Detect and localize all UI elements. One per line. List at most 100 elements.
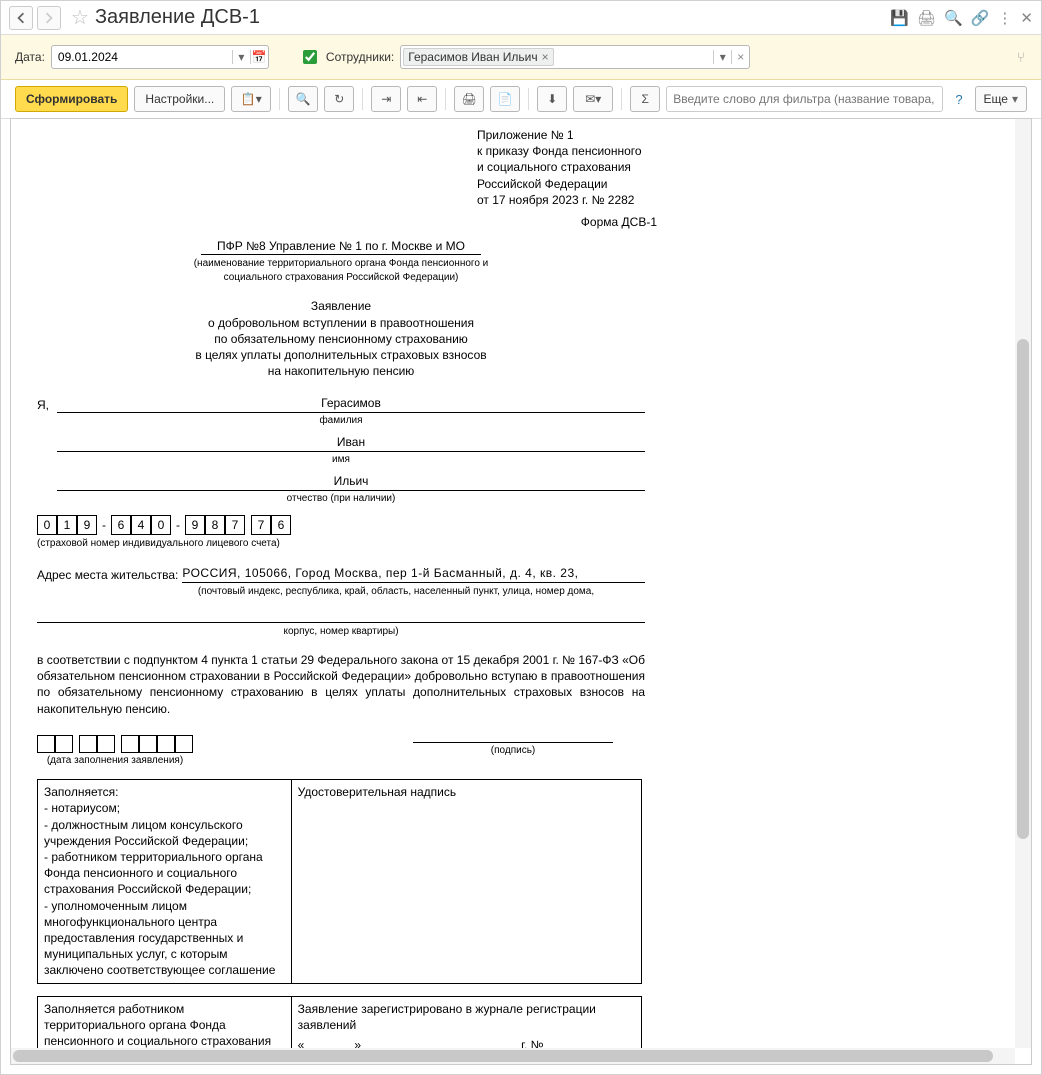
snils-digit: 7: [251, 515, 271, 535]
scrollbar-thumb[interactable]: [1017, 339, 1029, 839]
date-cell: [97, 735, 115, 753]
lastname-value: Герасимов: [57, 395, 645, 413]
signature-line: [413, 725, 613, 743]
heading-line: о добровольном вступлении в правоотношен…: [101, 315, 581, 331]
date-cell: [157, 735, 175, 753]
snils-digit: 0: [151, 515, 171, 535]
address-caption-2: корпус, номер квартиры): [37, 625, 645, 639]
box1-left-item: - работником территориального органа Фон…: [44, 849, 285, 898]
close-icon[interactable]: ✕: [1020, 9, 1033, 27]
filter-bar: Дата: ▾ 📅 Сотрудники: Герасимов Иван Иль…: [1, 35, 1041, 80]
settings-button[interactable]: Настройки...: [134, 86, 225, 112]
signature-caption: (подпись): [413, 744, 613, 758]
snils-digit: 1: [57, 515, 77, 535]
sum-button[interactable]: Σ: [630, 86, 660, 112]
snils-digit: 8: [205, 515, 225, 535]
favorite-icon[interactable]: ☆: [71, 5, 89, 30]
scrollbar-thumb[interactable]: [13, 1050, 993, 1062]
appendix-line: и социального страхования: [477, 159, 657, 175]
forward-button[interactable]: [37, 6, 61, 30]
doc-heading: Заявление о добровольном вступлении в пр…: [101, 298, 581, 379]
date-cell: [175, 735, 193, 753]
declaration-paragraph: в соответствии с подпунктом 4 пункта 1 с…: [37, 652, 645, 717]
calendar-icon[interactable]: 📅: [250, 50, 268, 64]
box1-left-item: - уполномоченным лицом многофункциональн…: [44, 898, 285, 979]
back-button[interactable]: [9, 6, 33, 30]
download-button[interactable]: ⬇: [537, 86, 567, 112]
date-cell: [139, 735, 157, 753]
employees-dropdown-icon[interactable]: ▾: [713, 50, 731, 64]
firstname-value: Иван: [57, 434, 645, 452]
appendix-block: Приложение № 1 к приказу Фонда пенсионно…: [477, 127, 657, 208]
address-caption-1: (почтовый индекс, республика, край, обла…: [37, 585, 645, 599]
box1-left-item: - нотариусом;: [44, 800, 285, 816]
horizontal-scrollbar[interactable]: [11, 1048, 1015, 1064]
print-icon[interactable]: 🖨: [917, 9, 936, 27]
preview-icon[interactable]: 🔍: [944, 9, 963, 27]
dash: -: [97, 515, 111, 535]
employees-clear-icon[interactable]: ×: [731, 50, 749, 64]
dash: -: [171, 515, 185, 535]
vertical-scrollbar[interactable]: [1015, 119, 1031, 1048]
document-viewport: Приложение № 1 к приказу Фонда пенсионно…: [10, 118, 1032, 1065]
box1-left-item: - должностным лицом консульского учрежде…: [44, 817, 285, 849]
address-label: Адрес места жительства:: [37, 567, 178, 583]
employee-tag: Герасимов Иван Ильич ×: [403, 48, 553, 66]
middlename-value: Ильич: [57, 473, 645, 491]
snils-digit: 9: [185, 515, 205, 535]
snils-digit: 6: [111, 515, 131, 535]
box1-left-heading: Заполняется:: [44, 784, 285, 800]
i-label: Я,: [37, 397, 49, 413]
firstname-caption: имя: [37, 453, 645, 467]
date-cell: [37, 735, 55, 753]
date-input[interactable]: [52, 48, 232, 66]
employees-checkbox[interactable]: [303, 50, 317, 64]
heading-line: по обязательному пенсионному страхованию: [101, 331, 581, 347]
appendix-line: от 17 ноября 2023 г. № 2282: [477, 192, 657, 208]
page-title: Заявление ДСВ-1: [95, 6, 260, 29]
heading-line: на накопительную пенсию: [101, 363, 581, 379]
date-cell: [55, 735, 73, 753]
menu-icon[interactable]: ⋮: [997, 9, 1012, 27]
address-row: Адрес места жительства: РОССИЯ, 105066, …: [37, 565, 645, 583]
refresh-button[interactable]: ↻: [324, 86, 354, 112]
org-name: ПФР №8 Управление № 1 по г. Москве и МО: [201, 238, 481, 255]
employees-field[interactable]: Герасимов Иван Ильич × ▾ ×: [400, 45, 750, 69]
toolbar: Сформировать Настройки... 📋▾ 🔍 ↻ ⇥ ⇤ 🖨 📄…: [1, 80, 1041, 119]
generate-button[interactable]: Сформировать: [15, 86, 128, 112]
date-cell: [79, 735, 97, 753]
address-value: РОССИЯ, 105066, Город Москва, пер 1-й Ба…: [182, 565, 645, 583]
form-code: Форма ДСВ-1: [37, 214, 657, 230]
middlename-caption: отчество (при наличии): [37, 492, 645, 506]
title-bar: ☆ Заявление ДСВ-1 💾 🖨 🔍 🔗 ⋮ ✕: [1, 1, 1041, 35]
heading-line: в целях уплаты дополнительных страховых …: [101, 347, 581, 363]
employee-tag-text: Герасимов Иван Ильич: [408, 50, 537, 64]
snils-digit: 0: [37, 515, 57, 535]
find-button[interactable]: 🔍: [288, 86, 318, 112]
snils-digit: 9: [77, 515, 97, 535]
notary-table: Заполняется: - нотариусом; - должностным…: [37, 779, 642, 983]
email-dropdown-button[interactable]: ✉▾: [573, 86, 613, 112]
appendix-line: Российской Федерации: [477, 176, 657, 192]
snils-digit: 6: [271, 515, 291, 535]
collapse-button[interactable]: ⇤: [407, 86, 437, 112]
filter-icon[interactable]: ⑂: [1017, 49, 1025, 65]
appendix-line: Приложение № 1: [477, 127, 657, 143]
filter-search-input[interactable]: [666, 86, 943, 112]
link-icon[interactable]: 🔗: [971, 9, 990, 27]
copy-dropdown-button[interactable]: 📋▾: [231, 86, 271, 112]
date-spin-icon[interactable]: ▾: [232, 50, 250, 64]
box1-right: Удостоверительная надпись: [291, 780, 641, 983]
tag-remove-icon[interactable]: ×: [542, 50, 549, 64]
lastname-caption: фамилия: [37, 414, 645, 428]
help-icon[interactable]: ?: [955, 92, 962, 107]
save-icon[interactable]: 💾: [890, 9, 909, 27]
org-note: (наименование территориального органа Фо…: [191, 257, 491, 284]
pdf-button[interactable]: 📄: [490, 86, 520, 112]
signature-row: (дата заполнения заявления) (подпись): [37, 725, 645, 768]
more-button[interactable]: Еще ▾: [975, 86, 1027, 112]
print-button[interactable]: 🖨: [454, 86, 484, 112]
date-fill-cells: [37, 735, 193, 753]
expand-button[interactable]: ⇥: [371, 86, 401, 112]
snils-cells: 0 1 9 - 6 4 0 - 9 8 7 7 6: [37, 515, 645, 535]
